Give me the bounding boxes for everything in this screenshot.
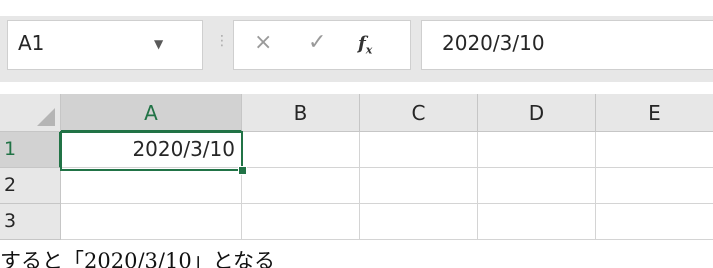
cancel-icon[interactable]: × — [254, 30, 272, 55]
cell-d1[interactable] — [478, 132, 596, 168]
column-header-e[interactable]: E — [596, 94, 713, 132]
cell-a2[interactable] — [61, 168, 242, 204]
cell-b3[interactable] — [242, 204, 360, 240]
select-all-icon — [37, 108, 55, 126]
formula-value: 2020/3/10 — [442, 31, 545, 55]
cell-b2[interactable] — [242, 168, 360, 204]
drag-handle-icon[interactable]: ⋮ — [215, 34, 229, 48]
fx-label: f — [358, 33, 366, 54]
column-header-b[interactable]: B — [242, 94, 360, 132]
formula-buttons: × ✓ fx — [233, 20, 411, 70]
cell-e2[interactable] — [596, 168, 713, 204]
column-header-a[interactable]: A — [61, 94, 242, 132]
cell-b1[interactable] — [242, 132, 360, 168]
cell-e1[interactable] — [596, 132, 713, 168]
row-header-3[interactable]: 3 — [0, 204, 61, 240]
name-box[interactable]: A1 ▼ — [7, 20, 203, 70]
cell-c2[interactable] — [360, 168, 478, 204]
cell-a3[interactable] — [61, 204, 242, 240]
cell-a1-value: 2020/3/10 — [132, 137, 235, 161]
chevron-down-icon[interactable]: ▼ — [154, 37, 163, 51]
select-all-corner[interactable] — [0, 94, 61, 132]
top-strip — [0, 0, 713, 16]
row-header-2[interactable]: 2 — [0, 168, 61, 204]
row-header-1[interactable]: 1 — [0, 132, 61, 168]
cell-e3[interactable] — [596, 204, 713, 240]
column-header-d[interactable]: D — [478, 94, 596, 132]
cell-d2[interactable] — [478, 168, 596, 204]
enter-icon[interactable]: ✓ — [308, 30, 326, 55]
column-header-c[interactable]: C — [360, 94, 478, 132]
name-box-value: A1 — [18, 31, 45, 55]
caption-text: すると「2020/3/10」となる — [0, 248, 713, 268]
formula-input[interactable]: 2020/3/10 — [421, 20, 713, 70]
cell-c3[interactable] — [360, 204, 478, 240]
fx-sub: x — [365, 43, 373, 57]
fill-handle[interactable] — [238, 166, 247, 175]
formula-bar: A1 ▼ ⋮ × ✓ fx 2020/3/10 — [0, 16, 713, 82]
cell-a1[interactable]: 2020/3/10 — [61, 132, 242, 168]
cell-c1[interactable] — [360, 132, 478, 168]
insert-function-icon[interactable]: fx — [358, 33, 372, 57]
cell-d3[interactable] — [478, 204, 596, 240]
